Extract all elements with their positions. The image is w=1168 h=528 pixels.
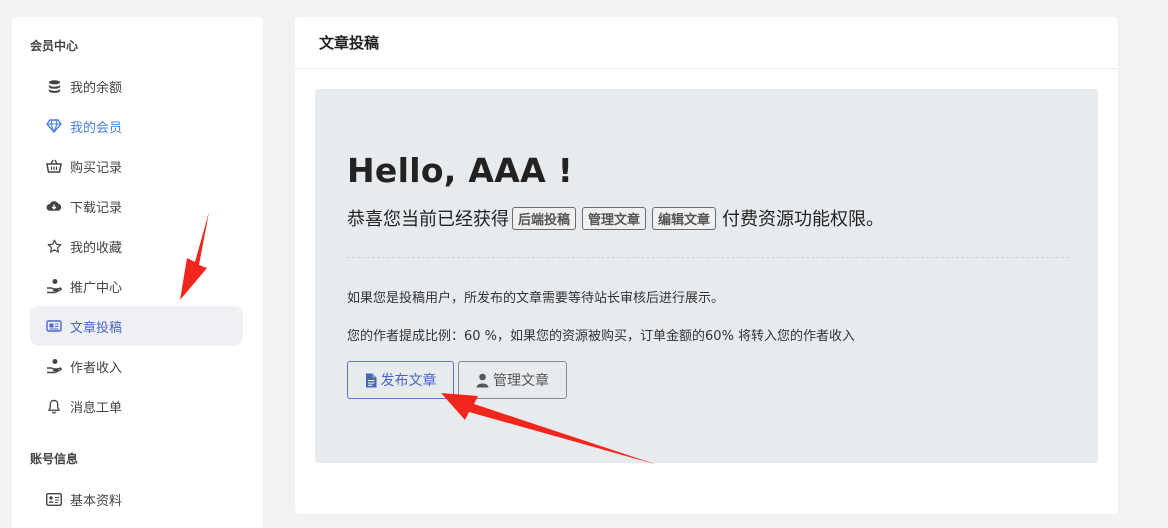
sidebar-item-label: 我的收藏: [70, 240, 123, 256]
sidebar: 会员中心 我的余额 我的会员 购买记录 下载记录 我的收藏 推广中心 文章投稿 …: [12, 17, 263, 528]
sidebar-item-label: 我的会员: [70, 120, 123, 136]
star-icon: [46, 238, 62, 254]
congrats-suffix: 付费资源功能权限。: [722, 209, 885, 230]
newspaper-icon: [46, 318, 62, 334]
sidebar-item-label: 购买记录: [70, 160, 123, 176]
diamond-icon: [46, 118, 62, 134]
sidebar-item-label: 作者收入: [70, 360, 123, 376]
commission-notice: 您的作者提成比例：60 %，如果您的资源被购买，订单金额的60% 将转入您的作者…: [347, 329, 856, 344]
manage-articles-button[interactable]: 管理文章: [458, 361, 567, 399]
publish-button-label: 发布文章: [380, 373, 437, 389]
document-icon: [365, 373, 377, 388]
sidebar-item-article-submission[interactable]: 文章投稿: [30, 306, 243, 346]
sidebar-item-promotion[interactable]: 推广中心: [30, 266, 243, 306]
sidebar-item-profile[interactable]: 基本资料: [30, 479, 243, 519]
sidebar-item-label: 推广中心: [70, 280, 123, 296]
sidebar-item-label: 我的余额: [70, 80, 123, 96]
hand-coin-icon: [46, 358, 62, 374]
publish-article-button[interactable]: 发布文章: [347, 361, 454, 399]
sidebar-item-messages[interactable]: 消息工单: [30, 386, 243, 426]
cloud-download-icon: [46, 198, 62, 214]
permission-tag-manage-articles: 管理文章: [582, 206, 647, 230]
permission-tag-edit-articles: 编辑文章: [652, 206, 717, 230]
section-title-member-center: 会员中心: [30, 39, 79, 53]
submission-card: Hello, AAA ! 恭喜您当前已经获得 后端投稿 管理文章 编辑文章 付费…: [315, 89, 1098, 463]
sidebar-item-purchases[interactable]: 购买记录: [30, 146, 243, 186]
page-title: 文章投稿: [295, 17, 1118, 69]
sidebar-item-label: 下载记录: [70, 200, 123, 216]
sidebar-item-balance[interactable]: 我的余额: [30, 66, 243, 106]
permission-line: 恭喜您当前已经获得 后端投稿 管理文章 编辑文章 付费资源功能权限。: [347, 205, 884, 231]
review-notice: 如果您是投稿用户，所发布的文章需要等待站长审核后进行展示。: [347, 291, 725, 306]
section-title-account-info: 账号信息: [30, 452, 79, 466]
sidebar-item-label: 基本资料: [70, 493, 123, 509]
user-icon: [476, 373, 489, 388]
sidebar-item-favorites[interactable]: 我的收藏: [30, 226, 243, 266]
basket-icon: [46, 158, 62, 174]
sidebar-item-downloads[interactable]: 下载记录: [30, 186, 243, 226]
bell-icon: [46, 398, 62, 414]
id-card-icon: [46, 491, 62, 507]
sidebar-item-author-income[interactable]: 作者收入: [30, 346, 243, 386]
sidebar-item-membership[interactable]: 我的会员: [30, 106, 243, 146]
hand-coin-icon: [46, 278, 62, 294]
divider: [347, 257, 1069, 258]
congrats-prefix: 恭喜您当前已经获得: [347, 209, 509, 230]
permission-tag-backend-submit: 后端投稿: [512, 206, 577, 230]
greeting-heading: Hello, AAA !: [347, 151, 574, 190]
sidebar-item-label: 消息工单: [70, 400, 123, 416]
sidebar-item-label: 文章投稿: [70, 320, 123, 336]
coins-icon: [46, 78, 62, 94]
main-panel: 文章投稿 Hello, AAA ! 恭喜您当前已经获得 后端投稿 管理文章 编辑…: [295, 17, 1118, 514]
manage-button-label: 管理文章: [493, 373, 549, 389]
